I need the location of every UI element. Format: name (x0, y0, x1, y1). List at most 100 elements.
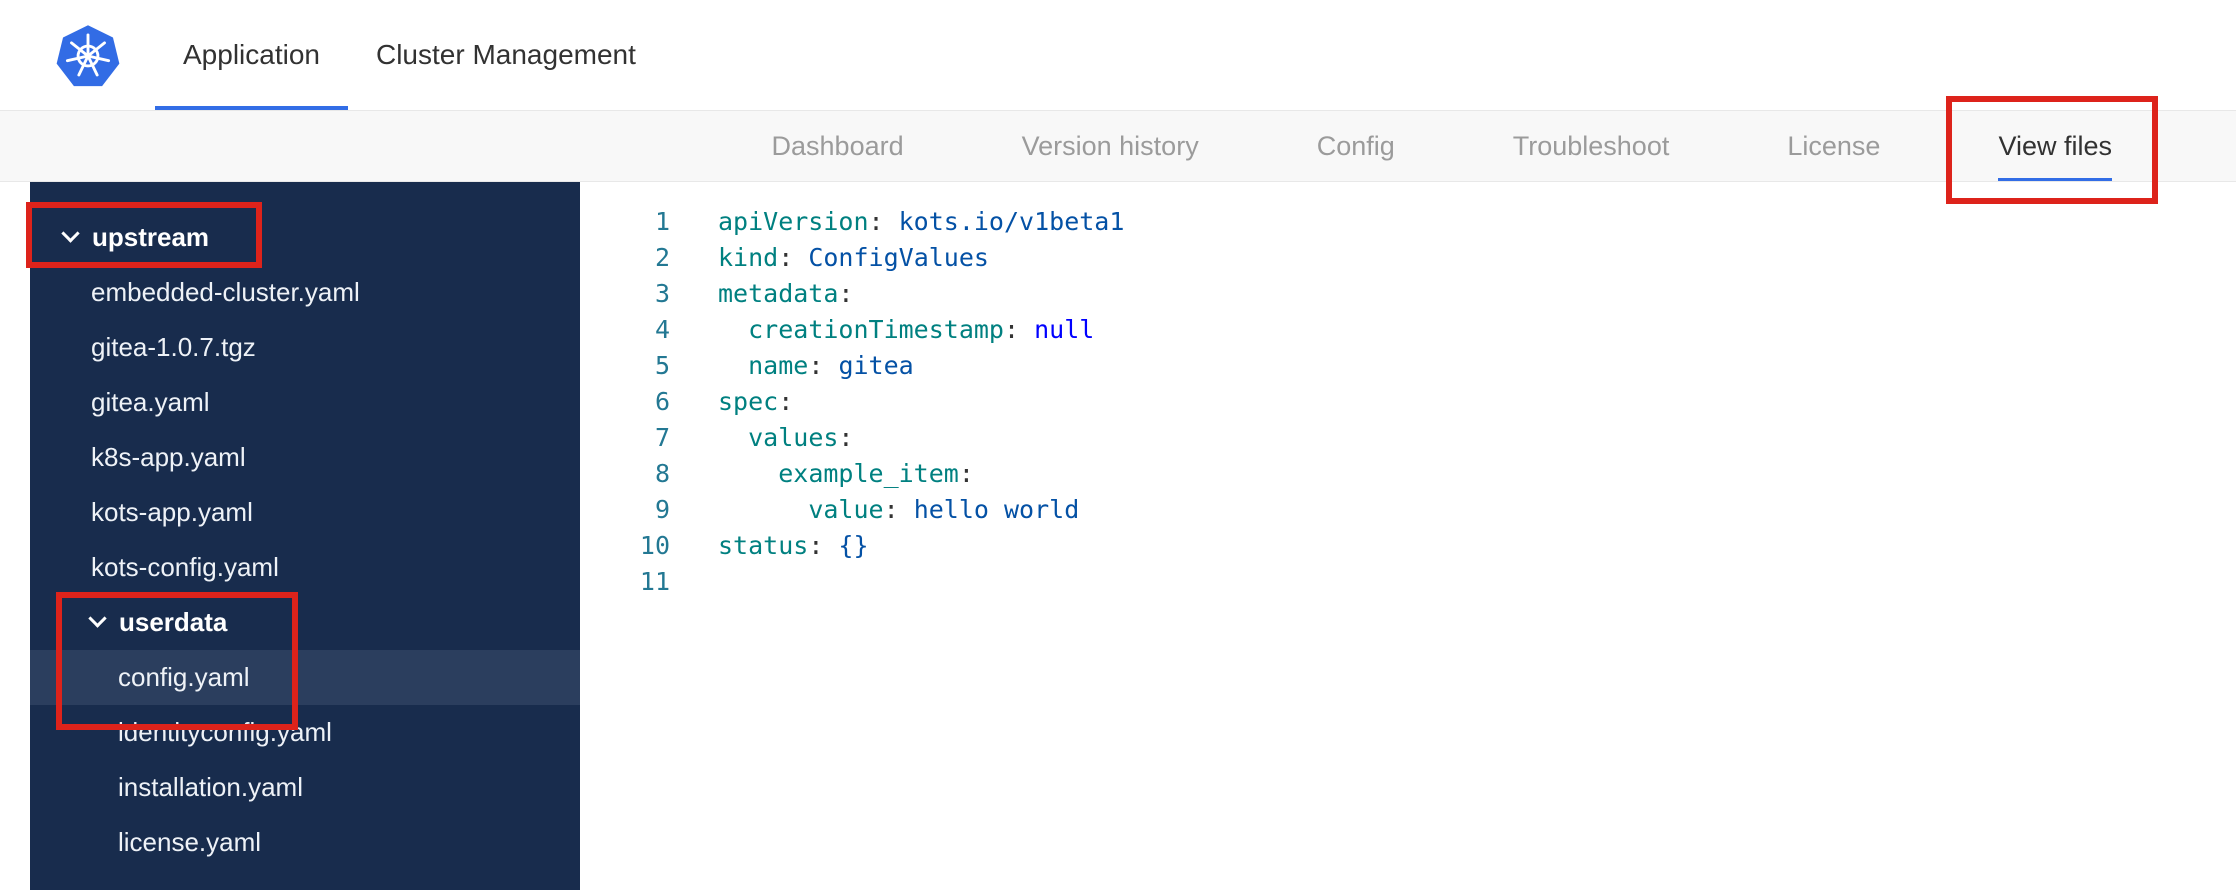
code-line-content (700, 564, 718, 600)
tab-license[interactable]: License (1787, 111, 1880, 181)
tree-item-label: installation.yaml (118, 772, 303, 802)
chevron-down-icon[interactable] (61, 224, 80, 243)
tab-application[interactable]: Application (155, 0, 348, 110)
file-installation-yaml[interactable]: installation.yaml (30, 760, 580, 815)
code-token: : (838, 423, 854, 452)
file-config-yaml[interactable]: config.yaml (30, 650, 580, 705)
app-subnav: Dashboard Version history Config Troublesho… (0, 110, 2236, 182)
code-token: null (1019, 315, 1095, 344)
kots-admin-console: Application Cluster Management Dashboard V… (0, 0, 2236, 890)
code-token: ConfigValues (793, 243, 989, 272)
code-token: : (778, 243, 794, 272)
tab-config[interactable]: Config (1317, 111, 1395, 181)
file-embedded-cluster-yaml[interactable]: embedded-cluster.yaml (30, 265, 580, 320)
code-line[interactable]: 2 kind: ConfigValues (580, 240, 2236, 276)
code-line-content: spec: (700, 384, 793, 420)
code-token: example_item (778, 459, 959, 488)
tree-item-label: kots-config.yaml (91, 552, 279, 582)
tree-item-label: upstream (92, 222, 210, 252)
code-token: kind (718, 243, 779, 272)
tab-view-files[interactable]: View files (1998, 111, 2112, 181)
code-line-content: kind: ConfigValues (700, 240, 989, 276)
file-k8s-app-yaml[interactable]: k8s-app.yaml (30, 430, 580, 485)
code-token: creationTimestamp (748, 315, 1004, 344)
code-line[interactable]: 5 name: gitea (580, 348, 2236, 384)
file-kots-config-yaml[interactable]: kots-config.yaml (30, 540, 580, 595)
line-number: 2 (654, 243, 670, 272)
code-token: : (778, 387, 794, 416)
file-kots-app-yaml[interactable]: kots-app.yaml (30, 485, 580, 540)
line-number: 6 (654, 387, 670, 416)
tree-item-label: config.yaml (118, 662, 250, 692)
tree-item-label: gitea.yaml (91, 387, 210, 417)
line-number: 1 (654, 207, 670, 236)
code-line-content: name: gitea (700, 348, 914, 384)
file-identityconfig-yaml[interactable]: identityconfig.yaml (30, 705, 580, 760)
folder-upstream[interactable]: upstream (30, 210, 580, 265)
editor-lines: 1 apiVersion: kots.io/v1beta1 2 kind: Confi… (580, 204, 2236, 600)
code-line[interactable]: 9 value: hello world (580, 492, 2236, 528)
code-line[interactable]: 1 apiVersion: kots.io/v1beta1 (580, 204, 2236, 240)
line-number: 10 (639, 531, 670, 560)
code-line-content: metadata: (700, 276, 853, 312)
code-line[interactable]: 6 spec: (580, 384, 2236, 420)
line-number: 7 (654, 423, 670, 452)
tree-item-label: kots-app.yaml (91, 497, 253, 527)
main-content: upstream embedded-cluster.yaml gitea-1.0.7… (0, 182, 2236, 890)
tree-item-label: identityconfig.yaml (118, 717, 332, 747)
code-editor[interactable]: 1 apiVersion: kots.io/v1beta1 2 kind: Confi… (580, 182, 2236, 890)
code-line-content: creationTimestamp: null (700, 312, 1094, 348)
code-token: value (808, 495, 884, 524)
chevron-down-icon[interactable] (88, 609, 107, 628)
code-line[interactable]: 8 example_item: (580, 456, 2236, 492)
tab-dashboard[interactable]: Dashboard (772, 111, 904, 181)
file-gitea-yaml[interactable]: gitea.yaml (30, 375, 580, 430)
file-gitea-1-0-7-tgz[interactable]: gitea-1.0.7.tgz (30, 320, 580, 375)
code-line[interactable]: 7 values: (580, 420, 2236, 456)
code-line[interactable]: 10 status: {} (580, 528, 2236, 564)
line-number: 3 (654, 279, 670, 308)
code-line[interactable]: 4 creationTimestamp: null (580, 312, 2236, 348)
code-token: : (808, 531, 824, 560)
code-line-content: status: {} (700, 528, 869, 564)
code-line-content: value: hello world (700, 492, 1079, 528)
code-token: hello world (898, 495, 1080, 524)
code-token: {} (823, 531, 869, 560)
line-number: 5 (654, 351, 670, 380)
code-token: gitea (823, 351, 914, 380)
tree-item-label: userdata (119, 607, 228, 637)
code-token: : (1003, 315, 1020, 344)
tree-item-label: license.yaml (118, 827, 262, 857)
tab-troubleshoot[interactable]: Troubleshoot (1513, 111, 1670, 181)
code-token: spec (718, 387, 779, 416)
code-token: : (838, 279, 854, 308)
tab-cluster-management[interactable]: Cluster Management (348, 0, 664, 110)
code-line-content: values: (700, 420, 853, 456)
code-token: apiVersion (718, 207, 869, 236)
code-token: : (958, 459, 974, 488)
line-number: 9 (654, 495, 670, 524)
tab-version-history[interactable]: Version history (1022, 111, 1199, 181)
folder-userdata[interactable]: userdata (30, 595, 580, 650)
top-header: Application Cluster Management (0, 0, 2236, 110)
code-token: : (868, 207, 884, 236)
code-token: values (748, 423, 839, 452)
code-line-content: apiVersion: kots.io/v1beta1 (700, 204, 1124, 240)
line-number: 8 (654, 459, 670, 488)
primary-nav: Application Cluster Management (155, 0, 664, 110)
tree-item-label: k8s-app.yaml (91, 442, 246, 472)
file-license-yaml[interactable]: license.yaml (30, 815, 580, 870)
code-line[interactable]: 3 metadata: (580, 276, 2236, 312)
code-token: kots.io/v1beta1 (883, 207, 1125, 236)
code-line-content: example_item: (700, 456, 974, 492)
code-token: name (748, 351, 809, 380)
code-line[interactable]: 11 (580, 564, 2236, 600)
code-token: metadata (718, 279, 839, 308)
tree-item-label: gitea-1.0.7.tgz (91, 332, 256, 362)
code-token: status (718, 531, 809, 560)
